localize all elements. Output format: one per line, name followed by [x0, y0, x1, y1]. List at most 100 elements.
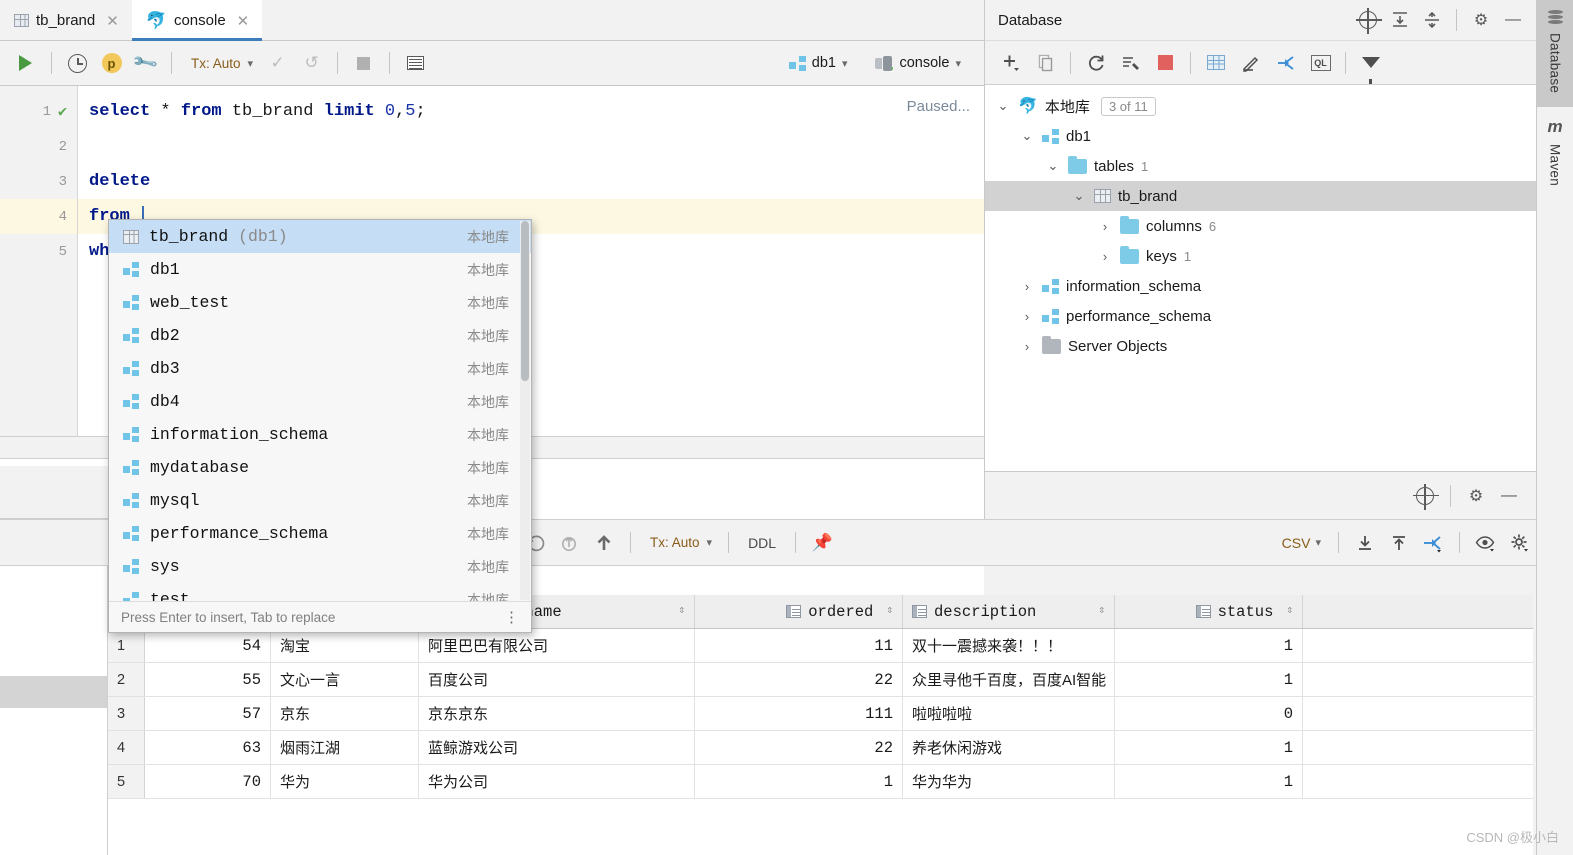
open-table-button[interactable] [1199, 47, 1232, 79]
tree-node-local[interactable]: ⌄ 🐬 本地库 3 of 11 [985, 91, 1536, 121]
autocomplete-item-web-test[interactable]: web_test 本地库 [109, 286, 531, 319]
sort-icon[interactable]: ⇳ [1098, 606, 1105, 617]
sort-icon[interactable]: ⇳ [886, 606, 893, 617]
cell-company-name[interactable]: 阿里巴巴有限公司 [419, 629, 695, 662]
refresh-button[interactable] [1079, 47, 1112, 79]
tx-mode-selector[interactable]: Tx: Auto ▾ [182, 52, 259, 75]
table-row[interactable]: 5 70 华为 华为公司 1 华为华为 1 [108, 765, 1533, 799]
chevron-right-icon[interactable]: › [1097, 219, 1113, 234]
session-selector[interactable]: console ▾ [868, 51, 968, 75]
collapse-all-button[interactable] [1417, 5, 1447, 35]
tree-node-columns[interactable]: › columns 6 [985, 211, 1536, 241]
stop-button[interactable] [348, 48, 379, 79]
commit-button[interactable]: ✓ [262, 48, 293, 79]
results-settings-gear-button[interactable] [1504, 527, 1536, 558]
ql-button[interactable]: QL [1304, 47, 1337, 79]
cell-ordered[interactable]: 11 [695, 629, 903, 662]
cell-status[interactable]: 1 [1115, 629, 1303, 662]
cell-id[interactable]: 55 [145, 663, 271, 696]
results-jump-button[interactable] [1417, 527, 1449, 558]
sort-icon[interactable]: ⇳ [1286, 606, 1293, 617]
cell-id[interactable]: 63 [145, 731, 271, 764]
autocomplete-item-mydatabase[interactable]: mydatabase 本地库 [109, 451, 531, 484]
sort-icon[interactable]: ⇳ [678, 606, 685, 617]
sidebar-tab-maven[interactable]: m Maven [1537, 107, 1573, 200]
history-button[interactable] [62, 48, 93, 79]
cell-ordered[interactable]: 111 [695, 697, 903, 730]
chevron-right-icon[interactable]: › [1097, 249, 1113, 264]
cell-description[interactable]: 双十一震撼来袭！！！ [903, 629, 1115, 662]
stop-button[interactable] [1149, 47, 1182, 79]
results-settings-button[interactable]: ⚙ [1461, 481, 1491, 511]
tree-node-information-schema[interactable]: › information_schema [985, 271, 1536, 301]
autocomplete-list[interactable]: tb_brand (db1) 本地库 db1 本地库 web_test 本地库 … [109, 220, 531, 601]
cell-brand-name[interactable]: 淘宝 [271, 629, 419, 662]
cell-status[interactable]: 1 [1115, 663, 1303, 696]
add-datasource-button[interactable] [994, 47, 1027, 79]
jump-to-console-button[interactable] [1269, 47, 1302, 79]
tree-node-tables[interactable]: ⌄ tables 1 [985, 151, 1536, 181]
tree-node-keys[interactable]: › keys 1 [985, 241, 1536, 271]
cell-ordered[interactable]: 1 [695, 765, 903, 798]
tree-node-performance-schema[interactable]: › performance_schema [985, 301, 1536, 331]
chevron-right-icon[interactable]: › [1019, 339, 1035, 354]
tree-node-server-objects[interactable]: › Server Objects [985, 331, 1536, 361]
panel-minimize-button[interactable]: — [1498, 5, 1528, 35]
results-minimize-button[interactable]: — [1494, 481, 1524, 511]
cell-id[interactable]: 70 [145, 765, 271, 798]
cell-description[interactable]: 养老休闲游戏 [903, 731, 1115, 764]
autocomplete-item-performance-schema[interactable]: performance_schema 本地库 [109, 517, 531, 550]
column-header-ordered[interactable]: ordered ⇳ [695, 595, 903, 628]
tree-node-db1[interactable]: ⌄ db1 [985, 121, 1536, 151]
cell-id[interactable]: 54 [145, 629, 271, 662]
autocomplete-item-tb-brand[interactable]: tb_brand (db1) 本地库 [109, 220, 531, 253]
run-button[interactable] [10, 48, 41, 79]
tab-tb-brand[interactable]: tb_brand ✕ [0, 0, 132, 41]
autocomplete-item-sys[interactable]: sys 本地库 [109, 550, 531, 583]
cell-company-name[interactable]: 华为公司 [419, 765, 695, 798]
cell-ordered[interactable]: 22 [695, 663, 903, 696]
table-row[interactable]: 3 57 京东 京东京东 111 啦啦啦啦 0 [108, 697, 1533, 731]
autocomplete-item-db3[interactable]: db3 本地库 [109, 352, 531, 385]
ddl-button[interactable]: DDL [739, 530, 785, 556]
autocomplete-item-information-schema[interactable]: information_schema 本地库 [109, 418, 531, 451]
scroll-from-source-button[interactable] [1353, 5, 1383, 35]
cell-ordered[interactable]: 22 [695, 731, 903, 764]
modify-button[interactable] [1234, 47, 1267, 79]
output-format-selector[interactable]: CSV ▾ [1275, 531, 1328, 555]
autocomplete-item-test[interactable]: test 本地库 [109, 583, 531, 601]
cell-company-name[interactable]: 蓝鲸游戏公司 [419, 731, 695, 764]
autocomplete-item-db1[interactable]: db1 本地库 [109, 253, 531, 286]
cell-description[interactable]: 啦啦啦啦 [903, 697, 1115, 730]
table-row[interactable]: 2 55 文心一言 百度公司 22 众里寻他千百度，百度AI智能 1 [108, 663, 1533, 697]
table-row[interactable]: 4 63 烟雨江湖 蓝鲸游戏公司 22 养老休闲游戏 1 [108, 731, 1533, 765]
chevron-down-icon[interactable]: ⌄ [1019, 128, 1035, 144]
cell-company-name[interactable]: 百度公司 [419, 663, 695, 696]
import-data-button[interactable] [1383, 527, 1415, 558]
view-options-button[interactable] [1470, 527, 1502, 558]
cell-status[interactable]: 1 [1115, 731, 1303, 764]
sidebar-tab-database[interactable]: Database [1537, 0, 1573, 108]
filter-button[interactable] [1354, 47, 1387, 84]
panel-settings-button[interactable]: ⚙ [1466, 5, 1496, 35]
chevron-right-icon[interactable]: › [1019, 279, 1035, 294]
autocomplete-popup[interactable]: tb_brand (db1) 本地库 db1 本地库 web_test 本地库 … [108, 219, 532, 633]
cell-status[interactable]: 0 [1115, 697, 1303, 730]
autocomplete-item-db2[interactable]: db2 本地库 [109, 319, 531, 352]
synchronize-button[interactable] [1114, 47, 1147, 79]
autocomplete-scrollbar[interactable] [520, 221, 530, 600]
submit-button[interactable] [588, 527, 620, 558]
chevron-right-icon[interactable]: › [1019, 309, 1035, 324]
show-output-button[interactable] [400, 48, 431, 79]
results-scroll-from-source-button[interactable] [1410, 481, 1440, 511]
column-header-description[interactable]: description ⇳ [903, 595, 1115, 628]
expand-all-button[interactable] [1385, 5, 1415, 35]
chevron-down-icon[interactable]: ⌄ [1071, 188, 1087, 204]
duplicate-button[interactable] [1029, 47, 1062, 79]
cell-description[interactable]: 众里寻他千百度，百度AI智能 [903, 663, 1115, 696]
export-data-button[interactable] [1349, 527, 1381, 558]
table-row[interactable]: 1 54 淘宝 阿里巴巴有限公司 11 双十一震撼来袭！！！ 1 [108, 629, 1533, 663]
cell-brand-name[interactable]: 华为 [271, 765, 419, 798]
more-options-icon[interactable]: ⋮ [504, 610, 519, 625]
column-header-status[interactable]: status ⇳ [1115, 595, 1303, 628]
